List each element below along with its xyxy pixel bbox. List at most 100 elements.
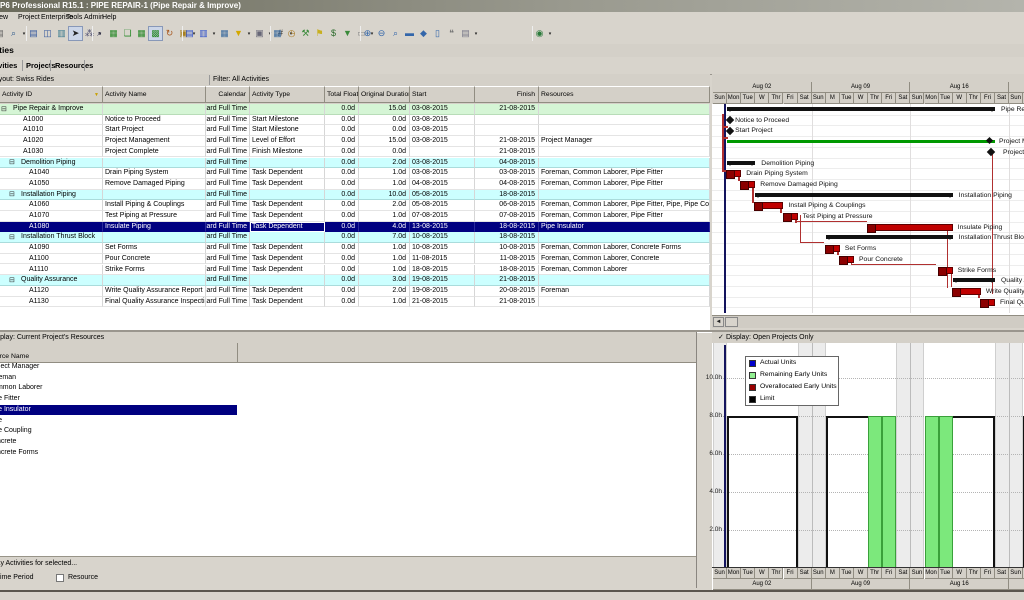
column-header-name[interactable]: Activity Name <box>103 86 206 103</box>
activity-row-group[interactable]: Demolition Piping⊟Standard Full Time0.0d… <box>0 158 710 169</box>
window-layout-icon[interactable]: ◫ <box>41 27 54 40</box>
activity-details-icon[interactable]: ▦ <box>271 27 284 40</box>
assign-resource-icon[interactable]: ▼ <box>341 27 354 40</box>
column-header-finish[interactable]: Finish <box>475 86 539 103</box>
gantt-hscrollbar[interactable]: ◄ <box>712 315 1024 328</box>
activity-row-A1100[interactable]: A1100Pour ConcreteStandard Full TimeTask… <box>0 254 710 265</box>
group-sort-icon[interactable]: ▤ <box>183 27 196 40</box>
activity-row-A1060[interactable]: A1060Install Piping & CouplingsStandard … <box>0 200 710 211</box>
activity-row-group[interactable]: Quality Assurance⊟Standard Full Time0.0d… <box>0 275 710 286</box>
column-header-start[interactable]: Start <box>410 86 475 103</box>
resource-column-header[interactable]: Resource Name <box>0 343 696 363</box>
tab-projects[interactable]: Projects <box>26 58 56 73</box>
resource-row-pipe[interactable]: Pipe <box>0 416 696 427</box>
activity-row-group[interactable]: Installation Piping⊟Standard Full Time0.… <box>0 190 710 201</box>
zoom-search-icon[interactable]: ⌕ <box>389 27 402 40</box>
activity-row-A1030[interactable]: A1030Project CompleteStandard Full TimeF… <box>0 147 710 158</box>
scroll-left-button[interactable]: ◄ <box>713 317 724 327</box>
resource-row-pipe-fitter[interactable]: Pipe Fitter <box>0 394 696 405</box>
resource-row-common-laborer[interactable]: Common Laborer <box>0 383 696 394</box>
network-icon[interactable]: ⚒ <box>299 27 312 40</box>
milestone-diamond[interactable] <box>987 148 995 156</box>
activity-row-A1080[interactable]: A1080Insulate PipingStandard Full TimeTa… <box>0 222 710 233</box>
globe-icon[interactable]: ◉ <box>533 27 546 40</box>
resource-row-pipe-insulator[interactable]: Pipe Insulator <box>0 405 696 416</box>
columns-icon[interactable]: ▥ <box>197 27 210 40</box>
menu-item-tools[interactable]: Tools <box>66 12 82 24</box>
toolbar-group-5-dropdown[interactable]: ▾ <box>473 31 479 37</box>
column-divider[interactable] <box>237 343 238 362</box>
clock-status-icon[interactable]: ◷ <box>285 27 298 40</box>
column-header-duration[interactable]: Original Duration <box>359 86 410 103</box>
cost-dollar-icon[interactable]: $ <box>327 27 340 40</box>
layout-options-icon[interactable]: ▣ <box>253 27 266 40</box>
paste-activity-icon[interactable]: ▦ <box>135 27 148 40</box>
summary-bar[interactable] <box>727 107 995 111</box>
filter-funnel-icon-dropdown[interactable]: ▾ <box>246 31 252 37</box>
binoculars-search-icon[interactable]: ⌕ <box>7 27 20 40</box>
bottom-layout-icon[interactable]: ▥ <box>55 27 68 40</box>
tab-activities[interactable]: Activities <box>0 58 17 73</box>
copy-activity-icon[interactable]: ❏ <box>121 27 134 40</box>
collapse-icon[interactable]: ⊟ <box>9 159 15 166</box>
gantt-timescale[interactable]: Aug 02SunMonTueWThrFriSatAug 09SunMTueWT… <box>712 74 1024 105</box>
collapse-icon[interactable]: ⊟ <box>9 234 15 241</box>
menu-item-help[interactable]: Help <box>102 12 116 24</box>
summary-bar[interactable] <box>826 235 953 239</box>
column-filter-icon[interactable]: ▼ <box>94 87 99 103</box>
zoom-in-icon[interactable]: ⊕ <box>361 27 374 40</box>
activity-row-A1050[interactable]: A1050Remove Damaged PipingStandard Full … <box>0 179 710 190</box>
activity-row-A1070[interactable]: A1070Test Piping at PressureStandard Ful… <box>0 211 710 222</box>
add-activity-icon[interactable]: ▦ <box>107 27 120 40</box>
activity-row-A1020[interactable]: A1020Project ManagementStandard Full Tim… <box>0 136 710 147</box>
spreadsheet-icon[interactable]: ▦ <box>218 27 231 40</box>
checkbox-resource[interactable] <box>56 574 64 582</box>
column-header-activity_type[interactable]: Activity Type <box>250 86 325 103</box>
activity-row-A1040[interactable]: A1040Drain Piping SystemStandard Full Ti… <box>0 168 710 179</box>
collapse-icon[interactable]: ⊟ <box>1 106 7 113</box>
collapse-icon[interactable]: ⊟ <box>9 191 15 198</box>
previous-layout-icon[interactable]: ▤ <box>0 27 6 40</box>
column-header-resources[interactable]: Resources <box>539 86 710 103</box>
vertical-split-icon[interactable]: ▯ <box>431 27 444 40</box>
collapse-icon[interactable]: ⊟ <box>9 277 15 284</box>
zoom-document-icon[interactable]: ⌕ <box>93 27 106 40</box>
resource-row-foreman[interactable]: Foreman <box>0 373 696 384</box>
column-header-id[interactable]: Activity ID▼ <box>0 86 103 103</box>
activity-row-A1000[interactable]: A1000Notice to ProceedStandard Full Time… <box>0 115 710 126</box>
resource-row-concrete[interactable]: Concrete <box>0 437 696 448</box>
columns-icon-dropdown[interactable]: ▾ <box>211 31 217 37</box>
comment-icon[interactable]: ❝ <box>445 27 458 40</box>
resources-icon[interactable]: ⚑ <box>313 27 326 40</box>
activity-row-group[interactable]: Installation Thrust Block⊟Standard Full … <box>0 232 710 243</box>
activity-row-A1110[interactable]: A1110Strike FormsStandard Full TimeTask … <box>0 265 710 276</box>
activity-row-group[interactable]: Pipe Repair & Improve⊟Standard Full Time… <box>0 104 710 115</box>
task-bar[interactable] <box>868 224 953 231</box>
column-header-total_float[interactable]: Total Float <box>325 86 359 103</box>
toolbar-group-6-dropdown[interactable]: ▾ <box>547 31 553 37</box>
scroll-thumb[interactable] <box>725 317 738 327</box>
summary-bar[interactable] <box>755 193 952 197</box>
resource-row-project-manager[interactable]: Project Manager <box>0 362 696 373</box>
window-titlebar[interactable]: Oracle Primavera P6 Professional R15.1 :… <box>0 0 1024 12</box>
gantt-diamond-icon[interactable]: ◆ <box>417 27 430 40</box>
activities-view-icon[interactable]: ▩ <box>149 27 162 40</box>
filter-funnel-icon[interactable]: ▼ <box>232 27 245 40</box>
milestone-diamond[interactable] <box>726 127 734 135</box>
table-layout-icon[interactable]: ▤ <box>27 27 40 40</box>
activity-row-A1010[interactable]: A1010Start ProjectStandard Full TimeStar… <box>0 125 710 136</box>
menu-item-view[interactable]: View <box>0 12 8 24</box>
tab-resources[interactable]: Resources <box>55 58 93 73</box>
zoom-out-icon[interactable]: ⊖ <box>375 27 388 40</box>
activity-row-A1090[interactable]: A1090Set FormsStandard Full TimeTask Dep… <box>0 243 710 254</box>
report-sheet-icon[interactable]: ▤ <box>459 27 472 40</box>
activity-row-A1130[interactable]: A1130Final Quality Assurance InspectionS… <box>0 297 710 308</box>
milestone-diamond[interactable] <box>726 116 734 124</box>
horizontal-split-icon[interactable]: ▬ <box>403 27 416 40</box>
pointer-icon[interactable]: ➤ <box>69 27 82 40</box>
column-header-calendar[interactable]: Calendar <box>206 86 250 103</box>
level-of-effort-bar[interactable] <box>727 140 995 143</box>
schedule-icon[interactable]: ↻ <box>163 27 176 40</box>
menu-item-project[interactable]: Project <box>18 12 40 24</box>
resource-row-concrete-forms[interactable]: Concrete Forms <box>0 448 696 459</box>
